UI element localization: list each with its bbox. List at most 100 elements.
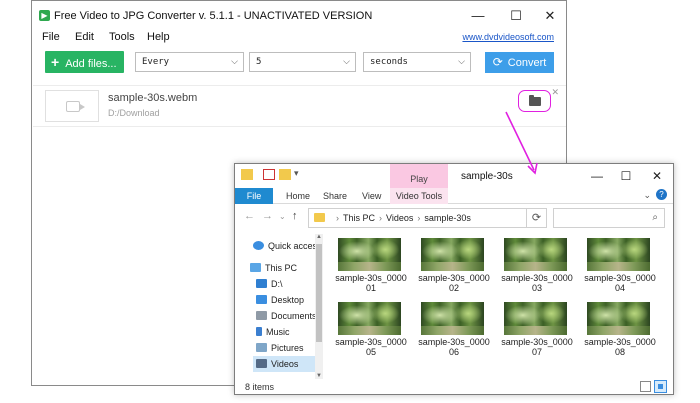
image-thumbnail <box>504 302 567 335</box>
navigation-pane: Quick access This PC D:\ Desktop Documen… <box>235 232 323 380</box>
maximize-button[interactable]: ☐ <box>501 5 531 27</box>
nav-label: Pictures <box>271 343 304 353</box>
interval-value-select[interactable]: 5 ⌵ <box>249 52 356 72</box>
customize-toolbar-icon[interactable]: ▾ <box>294 168 299 179</box>
close-button[interactable]: ✕ <box>643 166 671 186</box>
nav-label: Videos <box>271 359 299 369</box>
menu-edit[interactable]: Edit <box>75 31 94 43</box>
file-grid: sample-30s_0000 01 sample-30s_0000 02 samp… <box>331 234 671 374</box>
interval-mode-select[interactable]: Every ⌵ <box>135 52 244 72</box>
file-label-line2: 04 <box>614 283 625 293</box>
file-tile[interactable]: sample-30s_0000 06 <box>414 298 494 360</box>
file-label-line1: sample-30s_0000 <box>418 273 490 283</box>
help-icon[interactable]: ? <box>656 189 667 200</box>
up-icon[interactable]: ↑ <box>292 210 298 222</box>
breadcrumb-this-pc[interactable]: This PC <box>343 213 375 223</box>
file-path: D:/Download <box>108 108 160 118</box>
properties-icon[interactable] <box>263 169 275 180</box>
details-view-icon[interactable] <box>640 381 651 392</box>
search-input[interactable]: ⌕ <box>553 208 665 228</box>
breadcrumb-videos[interactable]: Videos <box>386 213 413 223</box>
scrollbar-thumb[interactable] <box>316 244 322 342</box>
interval-unit-select[interactable]: seconds ⌵ <box>363 52 471 72</box>
interval-mode-value: Every <box>142 57 170 67</box>
image-thumbnail <box>338 238 401 271</box>
recent-locations-icon[interactable]: ⌄ <box>279 212 286 221</box>
convert-button[interactable]: ⟳ Convert <box>485 52 554 73</box>
address-bar[interactable]: ›This PC›Videos›sample-30s ⌄ <box>308 208 547 228</box>
interval-unit-value: seconds <box>370 57 408 67</box>
chevron-down-icon: ⌵ <box>458 57 465 67</box>
nav-scrollbar[interactable]: ▲ ▼ <box>315 234 323 379</box>
image-thumbnail <box>587 238 650 271</box>
menu-file[interactable]: File <box>42 31 60 43</box>
file-tile[interactable]: sample-30s_0000 02 <box>414 234 494 296</box>
large-icons-view-icon[interactable] <box>654 380 667 393</box>
nav-videos[interactable]: Videos <box>253 356 315 372</box>
tab-home[interactable]: Home <box>286 191 310 201</box>
file-label-line1: sample-30s_0000 <box>418 337 490 347</box>
refresh-button[interactable]: ⟳ <box>526 208 547 228</box>
file-tile[interactable]: sample-30s_0000 07 <box>497 298 577 360</box>
image-thumbnail <box>421 302 484 335</box>
desktop-icon <box>256 295 267 304</box>
menu-tools[interactable]: Tools <box>109 31 135 43</box>
breadcrumb-separator: › <box>336 213 339 223</box>
minimize-button[interactable]: — <box>463 5 493 27</box>
file-list-item[interactable]: sample-30s.webm D:/Download ✕ <box>33 85 566 127</box>
chevron-down-icon[interactable]: ⌄ <box>643 190 651 201</box>
back-icon[interactable]: ← <box>244 210 255 222</box>
file-label-line1: sample-30s_0000 <box>501 273 573 283</box>
pictures-icon <box>256 343 267 352</box>
play-contextual-tab[interactable]: Play <box>390 164 448 188</box>
nav-desktop[interactable]: Desktop <box>256 292 336 308</box>
file-tile[interactable]: sample-30s_0000 01 <box>331 234 411 296</box>
convert-label: Convert <box>507 57 547 69</box>
file-tile[interactable]: sample-30s_0000 04 <box>580 234 660 296</box>
website-link[interactable]: www.dvdvideosoft.com <box>462 32 554 42</box>
file-tile[interactable]: sample-30s_0000 05 <box>331 298 411 360</box>
image-thumbnail <box>587 302 650 335</box>
tab-view[interactable]: View <box>362 191 381 201</box>
nav-music[interactable]: Music <box>256 324 336 340</box>
nav-documents[interactable]: Documents <box>256 308 336 324</box>
breadcrumb-separator: › <box>417 213 421 223</box>
forward-icon[interactable]: → <box>262 210 273 222</box>
nav-d-drive[interactable]: D:\ <box>256 276 336 292</box>
item-count: 8 items <box>245 382 275 392</box>
title-bar: ▶ Free Video to JPG Converter v. 5.1.1 -… <box>32 1 566 31</box>
tab-video-tools[interactable]: Video Tools <box>390 188 448 204</box>
close-button[interactable]: ✕ <box>535 5 565 27</box>
navigation-bar: ← → ⌄ ↑ ›This PC›Videos›sample-30s ⌄ ⟳ ⌕ <box>235 206 673 230</box>
nav-pictures[interactable]: Pictures <box>256 340 336 356</box>
videos-icon <box>256 359 267 368</box>
breadcrumb: › This PC › Videos › sample-30s <box>332 209 471 227</box>
file-label-line1: sample-30s_0000 <box>335 273 407 283</box>
file-tile[interactable]: sample-30s_0000 03 <box>497 234 577 296</box>
add-files-button[interactable]: + Add files... <box>45 51 124 73</box>
tab-share[interactable]: Share <box>323 191 347 201</box>
open-folder-button[interactable] <box>518 90 551 112</box>
scroll-up-icon[interactable]: ▲ <box>315 234 323 240</box>
new-folder-icon[interactable] <box>279 169 291 180</box>
window-title: Free Video to JPG Converter v. 5.1.1 - U… <box>54 10 373 22</box>
menu-help[interactable]: Help <box>147 31 170 43</box>
explorer-window: ▾ Play sample-30s — ☐ ✕ File Home Share … <box>234 163 674 395</box>
file-label-line1: sample-30s_0000 <box>335 337 407 347</box>
tab-file[interactable]: File <box>235 188 273 204</box>
refresh-icon: ⟳ <box>492 55 503 69</box>
file-label: sample-30s_0000 01 <box>331 273 411 293</box>
file-label: sample-30s_0000 02 <box>414 273 494 293</box>
search-icon: ⌕ <box>652 212 658 223</box>
download-icon <box>256 279 267 288</box>
maximize-button[interactable]: ☐ <box>612 166 640 186</box>
file-tile[interactable]: sample-30s_0000 08 <box>580 298 660 360</box>
image-thumbnail <box>338 302 401 335</box>
breadcrumb-sample-30s[interactable]: sample-30s <box>424 213 471 223</box>
image-thumbnail <box>504 238 567 271</box>
menu-bar: File Edit Tools Help www.dvdvideosoft.co… <box>32 29 566 47</box>
remove-file-icon[interactable]: ✕ <box>551 87 559 98</box>
minimize-button[interactable]: — <box>583 166 611 186</box>
music-icon <box>256 327 262 336</box>
add-files-label: Add files... <box>65 58 117 70</box>
